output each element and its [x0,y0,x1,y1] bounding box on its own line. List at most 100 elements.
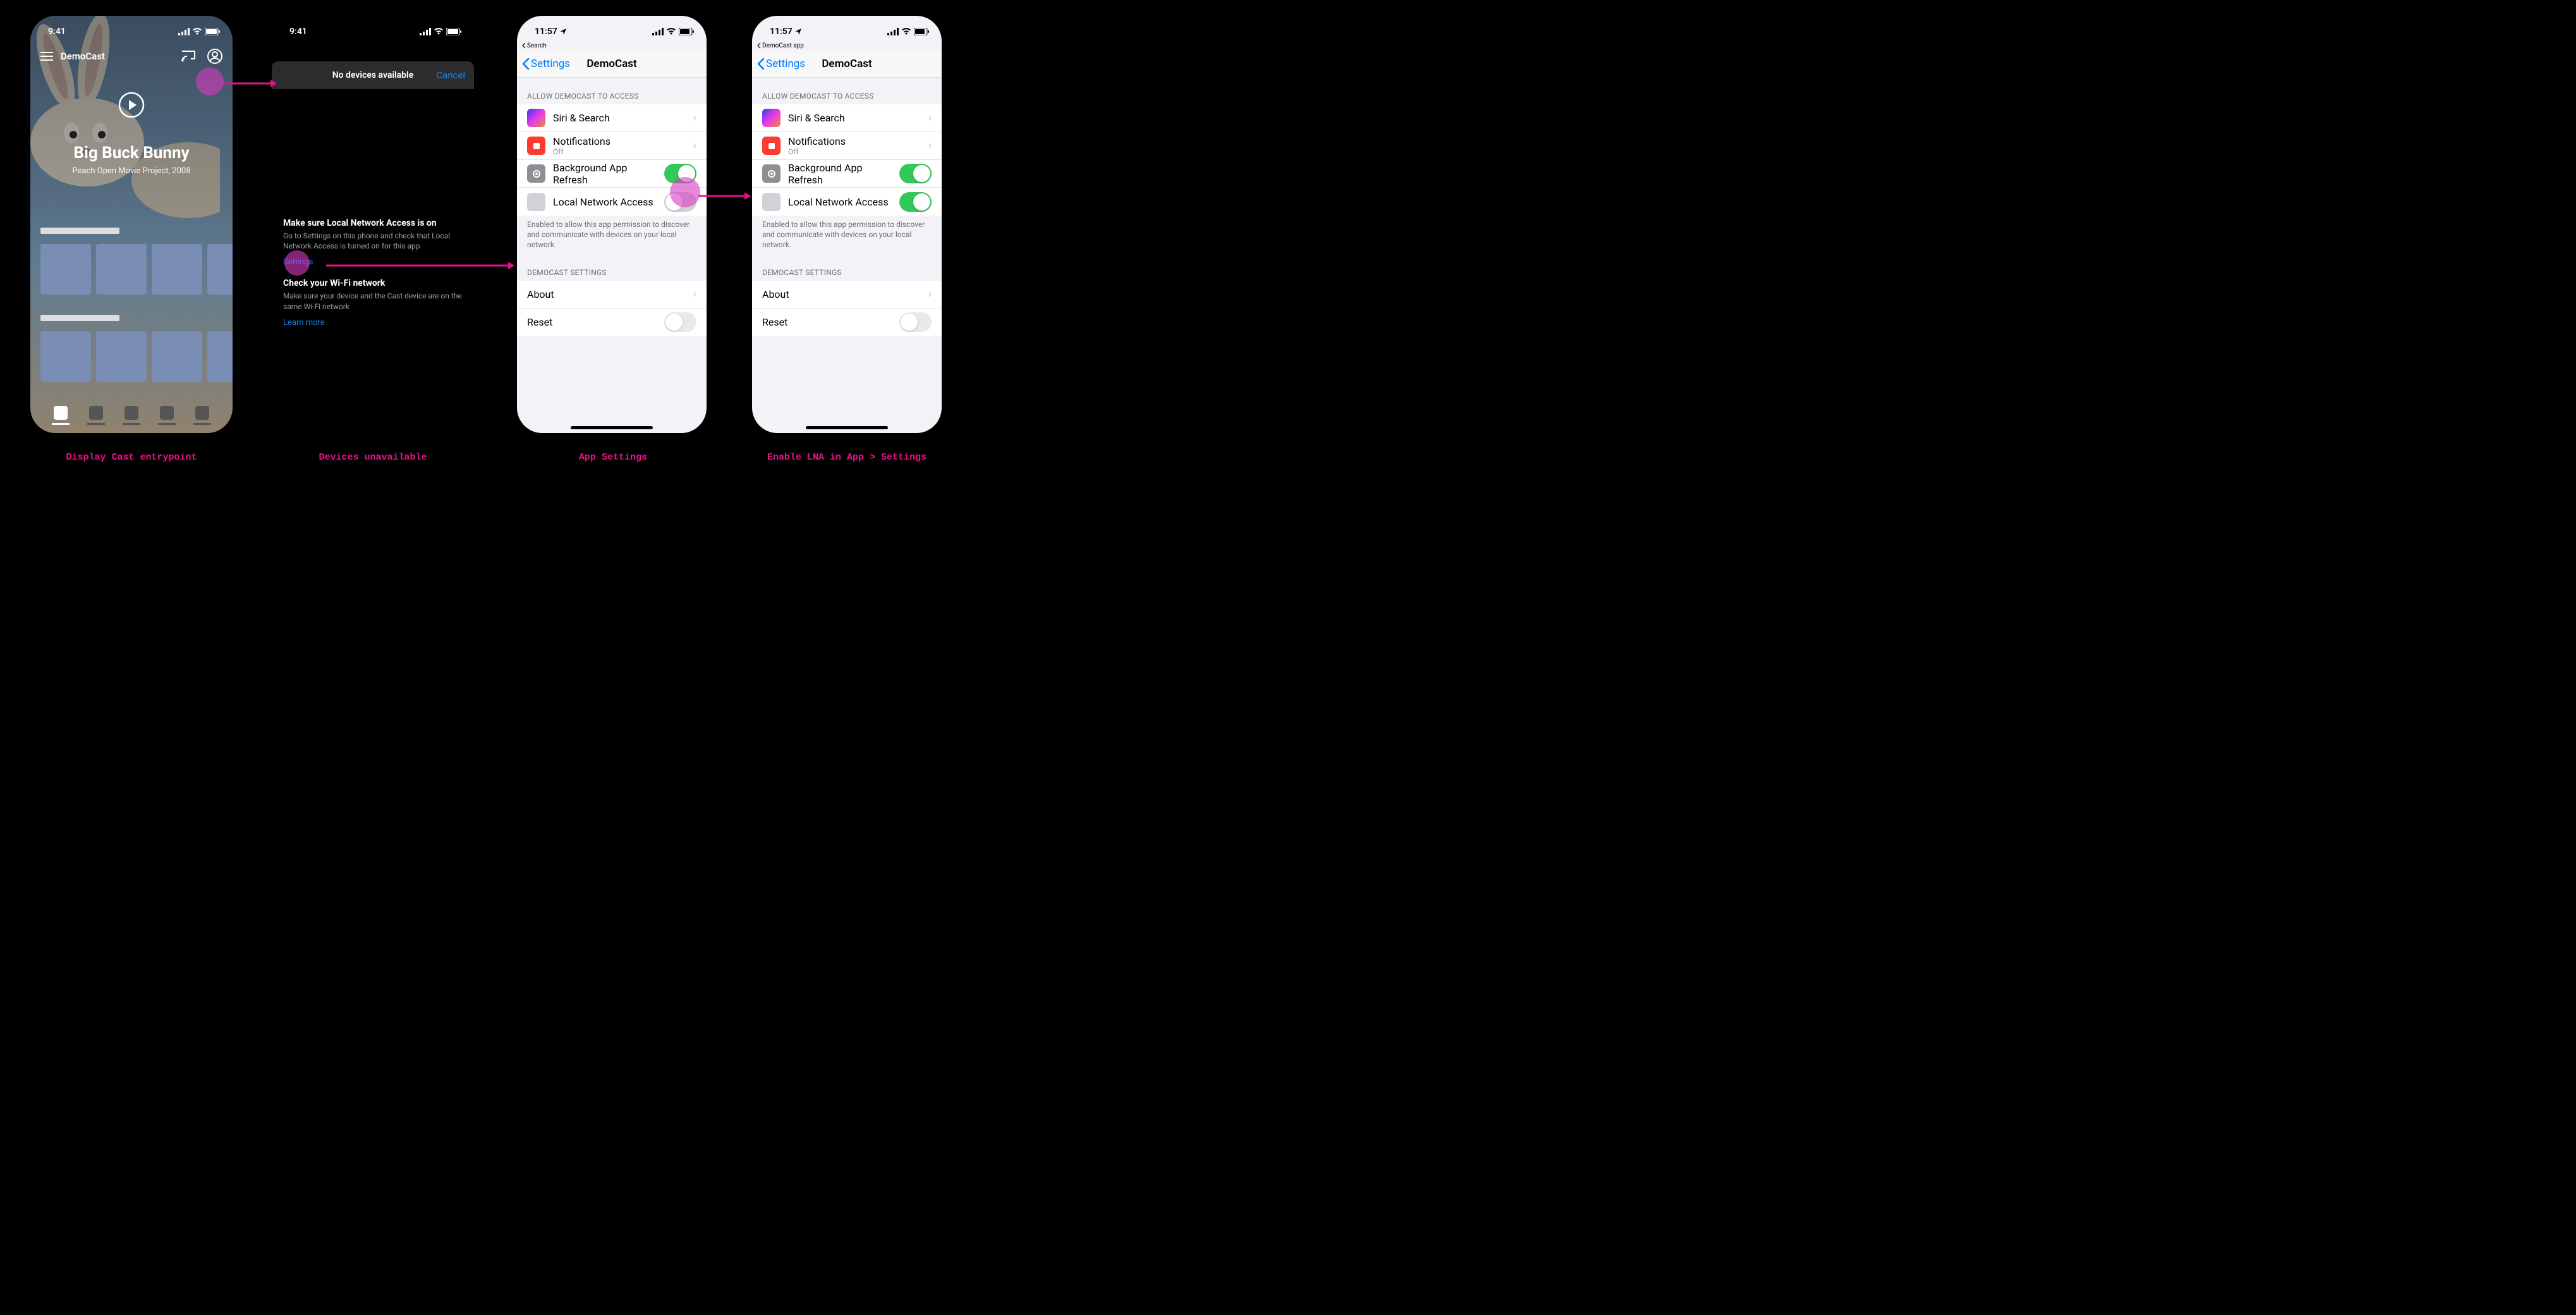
section-header-allow: ALLOW DEMOCAST TO ACCESS [517,78,707,104]
home-indicator[interactable] [806,426,888,429]
wifi-icon [192,28,202,35]
app-group: About › Reset [517,281,707,336]
status-icons [420,28,461,35]
play-icon[interactable] [118,92,145,118]
hamburger-icon[interactable] [40,52,53,61]
shelf-tile[interactable] [152,331,202,382]
section-header-app: DEMOCAST SETTINGS [517,254,707,281]
shelf-tile[interactable] [152,244,202,295]
breadcrumb[interactable]: DemoCast app [752,41,942,50]
back-caret-icon [522,43,526,48]
shelf-tile[interactable] [207,331,233,382]
app-name: DemoCast [61,51,105,62]
gear-icon [762,164,781,183]
battery-icon [205,28,220,35]
sheet-title: No devices available [332,70,413,80]
switch-lna-on[interactable] [899,192,932,212]
status-time: 11:57 [770,27,793,37]
profile-icon[interactable] [207,49,222,64]
chevron-right-icon: › [693,288,696,301]
lna-footer: Enabled to allow this app permission to … [752,216,942,254]
switch-bg-refresh[interactable] [664,164,696,183]
status-icons [887,28,929,35]
tab-item[interactable] [89,406,103,420]
switch-reset[interactable] [664,312,696,332]
tab-item[interactable] [160,406,174,420]
chevron-right-icon: › [928,288,932,301]
tab-item[interactable] [195,406,209,420]
breadcrumb[interactable]: Search [517,41,707,50]
section-header-allow: ALLOW DEMOCAST TO ACCESS [752,78,942,104]
status-bar: 9:41 [272,16,474,41]
settings-link[interactable]: Settings [283,257,313,267]
breadcrumb-label: Search [527,42,547,49]
flow-arrow-3 [698,190,752,202]
cell-lna[interactable]: Local Network Access [517,188,707,216]
back-button[interactable]: Settings [522,58,570,70]
tab-item[interactable] [125,406,138,420]
status-icons [652,28,694,35]
learn-more-link[interactable]: Learn more [283,318,325,327]
tab-item[interactable] [54,406,68,420]
cell-label: Background App Refresh [788,162,892,186]
caption-2: Devices unavailable [278,452,468,463]
shelf-row[interactable] [40,331,233,382]
home-indicator[interactable] [571,426,653,429]
shelf-tile[interactable] [96,244,147,295]
nav-title: DemoCast [586,58,636,70]
switch-bg-refresh[interactable] [899,164,932,183]
lna-icon [527,193,545,211]
cell-label: Siri & Search [553,112,686,124]
gear-icon [527,164,545,183]
cast-icon[interactable] [181,50,196,63]
back-button[interactable]: Settings [757,58,805,70]
cell-about[interactable]: About › [752,281,942,309]
status-time: 9:41 [289,27,307,37]
hero-section: Big Buck Bunny Peach Open Movie Project,… [30,92,233,176]
cancel-button[interactable]: Cancel [436,70,465,81]
cell-reset[interactable]: Reset [517,309,707,336]
cell-siri[interactable]: Siri & Search › [752,104,942,132]
wifi-icon [434,28,444,35]
cell-notifications[interactable]: Notifications Off › [752,132,942,160]
switch-lna-off[interactable] [664,192,696,212]
wifi-icon [666,28,676,35]
cellular-icon [887,28,899,35]
cell-bg-refresh[interactable]: Background App Refresh [517,160,707,188]
battery-icon [446,28,461,35]
cell-label: Notifications [553,135,686,147]
lna-icon [762,193,781,211]
caption-3: App Settings [518,452,708,463]
switch-reset[interactable] [899,312,932,332]
battery-icon [914,28,929,35]
shelf-row[interactable] [40,244,233,295]
location-icon [795,28,801,35]
shelf-tile[interactable] [40,331,91,382]
cell-reset[interactable]: Reset [752,309,942,336]
notifications-icon [527,137,545,155]
shelf-tile[interactable] [40,244,91,295]
wifi-description: Make sure your device and the Cast devic… [283,291,463,311]
status-icons [178,28,220,35]
shelf-tile[interactable] [96,331,147,382]
cell-about[interactable]: About › [517,281,707,309]
shelf-tile[interactable] [207,244,233,295]
cell-sublabel: Off [788,147,921,156]
cell-siri[interactable]: Siri & Search › [517,104,707,132]
cell-bg-refresh[interactable]: Background App Refresh [752,160,942,188]
location-icon [560,28,566,35]
caption-4: Enable LNA in App > Settings [752,452,942,463]
cell-label: About [527,288,686,300]
cell-label: Reset [762,316,892,328]
flow-arrow-2 [326,259,516,272]
cell-notifications[interactable]: Notifications Off › [517,132,707,160]
lna-footer: Enabled to allow this app permission to … [517,216,707,254]
hero-subtitle: Peach Open Movie Project, 2008 [72,166,190,176]
siri-icon [527,109,545,127]
app-top-bar: DemoCast [30,41,233,71]
status-time: 11:57 [535,27,557,37]
allow-group: Siri & Search › Notifications Off › Back… [752,104,942,216]
phone-3-app-settings: 11:57 Search Settings DemoCast ALLOW DEM… [517,16,707,433]
cell-lna[interactable]: Local Network Access [752,188,942,216]
cell-label: Local Network Access [788,196,892,208]
